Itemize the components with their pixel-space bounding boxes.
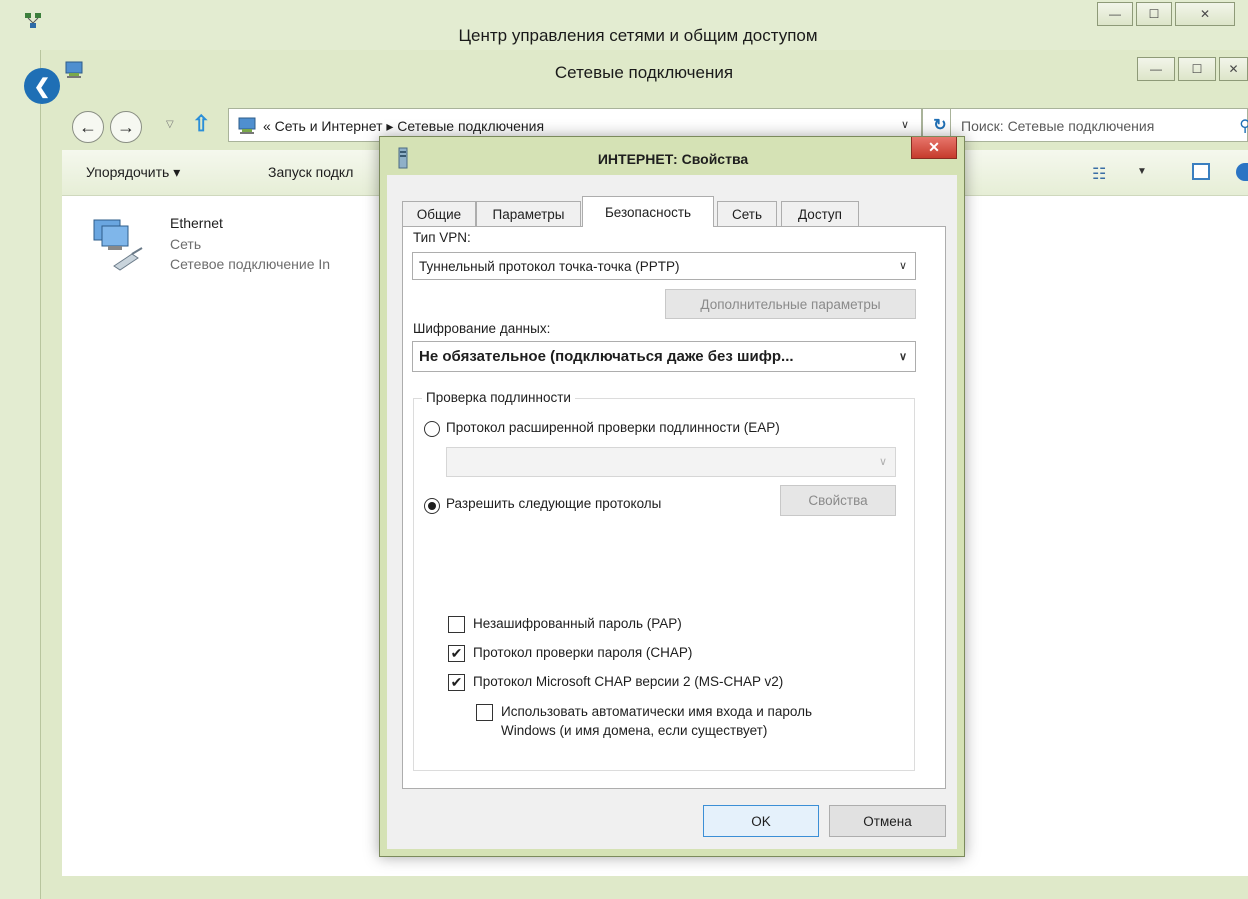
chevron-down-icon: ∨ [898, 260, 907, 272]
mschapv2-label[interactable]: Протокол Microsoft CHAP версии 2 (MS-CHA… [473, 674, 783, 689]
advanced-settings-button[interactable]: Дополнительные параметры [665, 289, 916, 319]
authentication-group-title: Проверка подлинности [422, 390, 575, 405]
organize-menu[interactable]: Упорядочить ▾ [86, 164, 180, 181]
tab-general[interactable]: Общие [402, 201, 476, 226]
tab-network[interactable]: Сеть [717, 201, 777, 226]
maximize-button[interactable]: ☐ [1136, 2, 1172, 26]
address-dropdown-icon[interactable]: ∨ [901, 118, 909, 131]
main-close-button[interactable]: ✕ [1219, 57, 1248, 81]
recent-locations-icon[interactable]: ▽ [166, 119, 174, 130]
connection-device: Сетевое подключение In [170, 256, 331, 272]
eap-radio[interactable] [424, 421, 440, 437]
allow-protocols-label[interactable]: Разрешить следующие протоколы [446, 496, 661, 511]
ok-button[interactable]: OK [703, 805, 819, 837]
start-connection-button[interactable]: Запуск подкл [268, 164, 353, 180]
chevron-down-icon: ∨ [898, 351, 907, 363]
pap-label[interactable]: Незашифрованный пароль (PAP) [473, 616, 682, 631]
vpn-properties-dialog: ИНТЕРНЕТ: Свойства ✕ Общие Параметры Без… [379, 136, 965, 857]
auto-logon-label-line2[interactable]: Windows (и имя домена, если существует) [501, 723, 767, 738]
network-folder-icon [238, 117, 256, 134]
tab-security[interactable]: Безопасность [582, 196, 714, 227]
chap-label[interactable]: Протокол проверки пароля (CHAP) [473, 645, 692, 660]
pap-checkbox[interactable] [448, 616, 465, 633]
eap-radio-label[interactable]: Протокол расширенной проверки подлинност… [446, 420, 780, 435]
protocol-properties-button[interactable]: Свойства [780, 485, 896, 516]
forward-button[interactable]: → [110, 111, 142, 143]
breadcrumb[interactable]: « Сеть и Интернет ▸ Сетевые подключения [263, 118, 544, 135]
encryption-label: Шифрование данных: [413, 321, 551, 336]
dialog-client-area: Общие Параметры Безопасность Сеть Доступ… [387, 175, 957, 849]
encryption-value: Не обязательное (подключаться даже без ш… [419, 348, 794, 365]
dialog-close-button[interactable]: ✕ [911, 137, 957, 159]
tab-options[interactable]: Параметры [476, 201, 581, 226]
auto-logon-checkbox[interactable] [476, 704, 493, 721]
search-placeholder: Поиск: Сетевые подключения [961, 118, 1155, 134]
vpn-type-value: Туннельный протокол точка-точка (PPTP) [419, 258, 680, 274]
allow-protocols-radio[interactable] [424, 498, 440, 514]
tab-sharing[interactable]: Доступ [781, 201, 859, 226]
dialog-title: ИНТЕРНЕТ: Свойства [597, 151, 749, 167]
close-button[interactable]: ✕ [1175, 2, 1235, 26]
main-minimize-button[interactable]: — [1137, 57, 1175, 81]
encryption-select[interactable]: Не обязательное (подключаться даже без ш… [412, 341, 916, 372]
search-input[interactable]: Поиск: Сетевые подключения ⚲ [950, 108, 1248, 142]
minimize-button[interactable]: — [1097, 2, 1133, 26]
vpn-type-select[interactable]: Туннельный протокол точка-точка (PPTP) ∨ [412, 252, 916, 280]
connection-network: Сеть [170, 236, 202, 252]
preview-pane-icon[interactable] [1192, 163, 1210, 180]
change-view-icon[interactable]: ☷ [1092, 164, 1106, 184]
authentication-group: Проверка подлинности Протокол расширенно… [413, 390, 915, 771]
ethernet-adapter-icon [93, 219, 143, 271]
view-dropdown-icon[interactable]: ▼ [1137, 166, 1147, 177]
cancel-button[interactable]: Отмена [829, 805, 946, 837]
up-arrow-icon[interactable]: ⇧ [192, 111, 210, 137]
security-tab-panel: Тип VPN: Туннельный протокол точка-точка… [402, 226, 946, 789]
search-icon[interactable]: ⚲ [1239, 116, 1248, 136]
eap-method-select: ∨ [446, 447, 896, 477]
vpn-type-label: Тип VPN: [413, 230, 471, 245]
mschapv2-checkbox[interactable]: ✔ [448, 674, 465, 691]
auto-logon-label-line1[interactable]: Использовать автоматически имя входа и п… [501, 704, 812, 719]
main-window-title: Сетевые подключения [554, 63, 734, 82]
chap-checkbox[interactable]: ✔ [448, 645, 465, 662]
connection-name: Ethernet [170, 215, 223, 231]
main-maximize-button[interactable]: ☐ [1178, 57, 1216, 81]
back-window-title: Центр управления сетями и общим доступом [458, 26, 818, 45]
back-button[interactable]: ← [72, 111, 104, 143]
chevron-down-icon: ∨ [878, 456, 887, 468]
help-icon[interactable] [1236, 163, 1248, 181]
